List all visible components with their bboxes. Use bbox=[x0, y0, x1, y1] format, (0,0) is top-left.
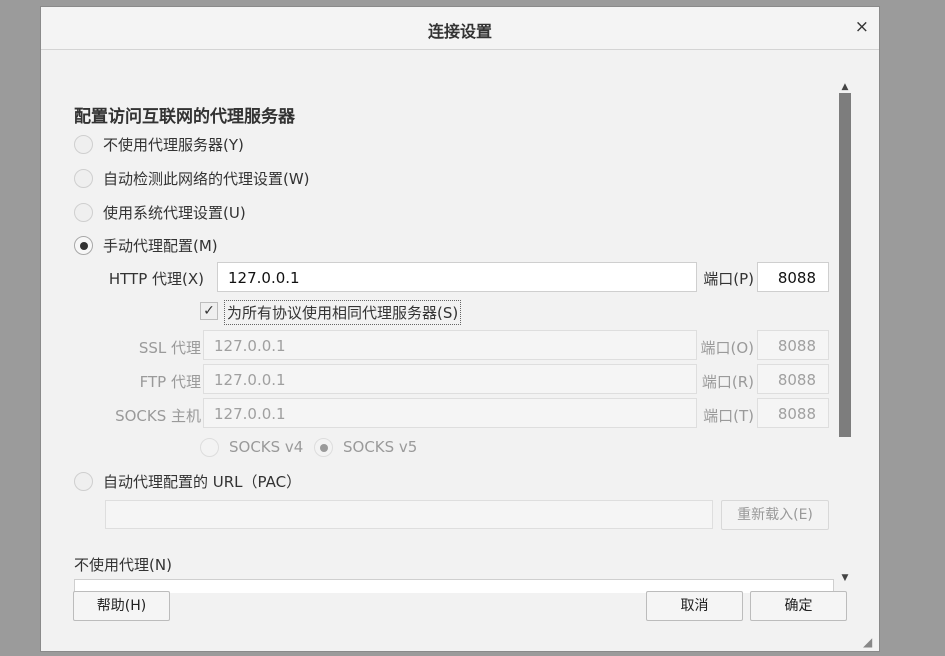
ftp-port-input[interactable]: 8088 bbox=[757, 364, 829, 394]
socks-host-label: SOCKS 主机 bbox=[115, 407, 201, 425]
socks-port-label: 端口(T) bbox=[703, 407, 754, 425]
http-proxy-input[interactable]: 127.0.0.1 bbox=[217, 262, 697, 292]
ssl-proxy-input[interactable]: 127.0.0.1 bbox=[203, 330, 697, 360]
same-proxy-label: 为所有协议使用相同代理服务器(S) bbox=[224, 300, 462, 325]
http-proxy-label: HTTP 代理(X) bbox=[108, 270, 204, 288]
scrollbar-thumb[interactable] bbox=[839, 93, 851, 437]
ssl-port-label: 端口(O) bbox=[700, 339, 754, 357]
connection-settings-dialog: 连接设置 × 配置访问互联网的代理服务器 不使用代理服务器(Y) 自动检测此网络… bbox=[40, 6, 880, 652]
socks-port-input[interactable]: 8088 bbox=[757, 398, 829, 428]
ssl-port-input[interactable]: 8088 bbox=[757, 330, 829, 360]
ssl-proxy-label: SSL 代理 bbox=[138, 339, 201, 357]
ok-button[interactable]: 确定 bbox=[750, 591, 847, 621]
close-icon[interactable]: × bbox=[855, 17, 869, 37]
title-bar: 连接设置 × bbox=[41, 7, 879, 50]
scroll-up-icon[interactable]: ▲ bbox=[839, 81, 851, 93]
socks-v4-radio[interactable] bbox=[200, 437, 219, 457]
socks-v5-label: SOCKS v5 bbox=[343, 438, 418, 456]
socks-v5-option[interactable]: SOCKS v5 bbox=[314, 437, 417, 457]
socks-v5-radio[interactable] bbox=[314, 437, 333, 457]
radio-auto-detect-circle[interactable] bbox=[74, 168, 93, 188]
help-button[interactable]: 帮助(H) bbox=[73, 591, 170, 621]
no-proxy-label: 不使用代理(N) bbox=[74, 556, 172, 574]
radio-manual-proxy-label: 手动代理配置(M) bbox=[103, 236, 218, 255]
resize-grip-icon[interactable]: ◢ bbox=[863, 635, 877, 649]
radio-no-proxy[interactable]: 不使用代理服务器(Y) bbox=[74, 133, 244, 155]
ftp-proxy-label: FTP 代理 bbox=[139, 373, 201, 391]
ftp-proxy-input[interactable]: 127.0.0.1 bbox=[203, 364, 697, 394]
radio-system-proxy-circle[interactable] bbox=[74, 202, 93, 222]
dialog-title: 连接设置 bbox=[427, 22, 492, 41]
radio-pac-url-circle[interactable] bbox=[74, 471, 93, 491]
radio-pac-url[interactable]: 自动代理配置的 URL（PAC） bbox=[74, 470, 301, 492]
http-port-label: 端口(P) bbox=[703, 270, 754, 288]
socks-v4-option[interactable]: SOCKS v4 bbox=[200, 437, 303, 457]
radio-auto-detect-label: 自动检测此网络的代理设置(W) bbox=[103, 169, 310, 188]
scroll-down-icon[interactable]: ▼ bbox=[839, 572, 851, 584]
radio-manual-proxy-circle[interactable] bbox=[74, 235, 93, 255]
radio-auto-detect[interactable]: 自动检测此网络的代理设置(W) bbox=[74, 167, 310, 189]
cancel-button[interactable]: 取消 bbox=[646, 591, 743, 621]
radio-no-proxy-circle[interactable] bbox=[74, 134, 93, 154]
same-proxy-checkbox[interactable]: ✓ bbox=[200, 302, 218, 320]
ftp-port-label: 端口(R) bbox=[701, 373, 754, 391]
radio-pac-url-label: 自动代理配置的 URL（PAC） bbox=[103, 472, 302, 491]
radio-manual-proxy[interactable]: 手动代理配置(M) bbox=[74, 234, 218, 256]
radio-system-proxy[interactable]: 使用系统代理设置(U) bbox=[74, 201, 246, 223]
pac-url-input[interactable] bbox=[105, 500, 713, 529]
radio-no-proxy-label: 不使用代理服务器(Y) bbox=[103, 135, 244, 154]
http-port-input[interactable]: 8088 bbox=[757, 262, 829, 292]
radio-system-proxy-label: 使用系统代理设置(U) bbox=[103, 203, 246, 222]
reload-button[interactable]: 重新载入(E) bbox=[721, 500, 829, 530]
section-title: 配置访问互联网的代理服务器 bbox=[74, 107, 295, 127]
socks-v4-label: SOCKS v4 bbox=[229, 438, 304, 456]
socks-host-input[interactable]: 127.0.0.1 bbox=[203, 398, 697, 428]
